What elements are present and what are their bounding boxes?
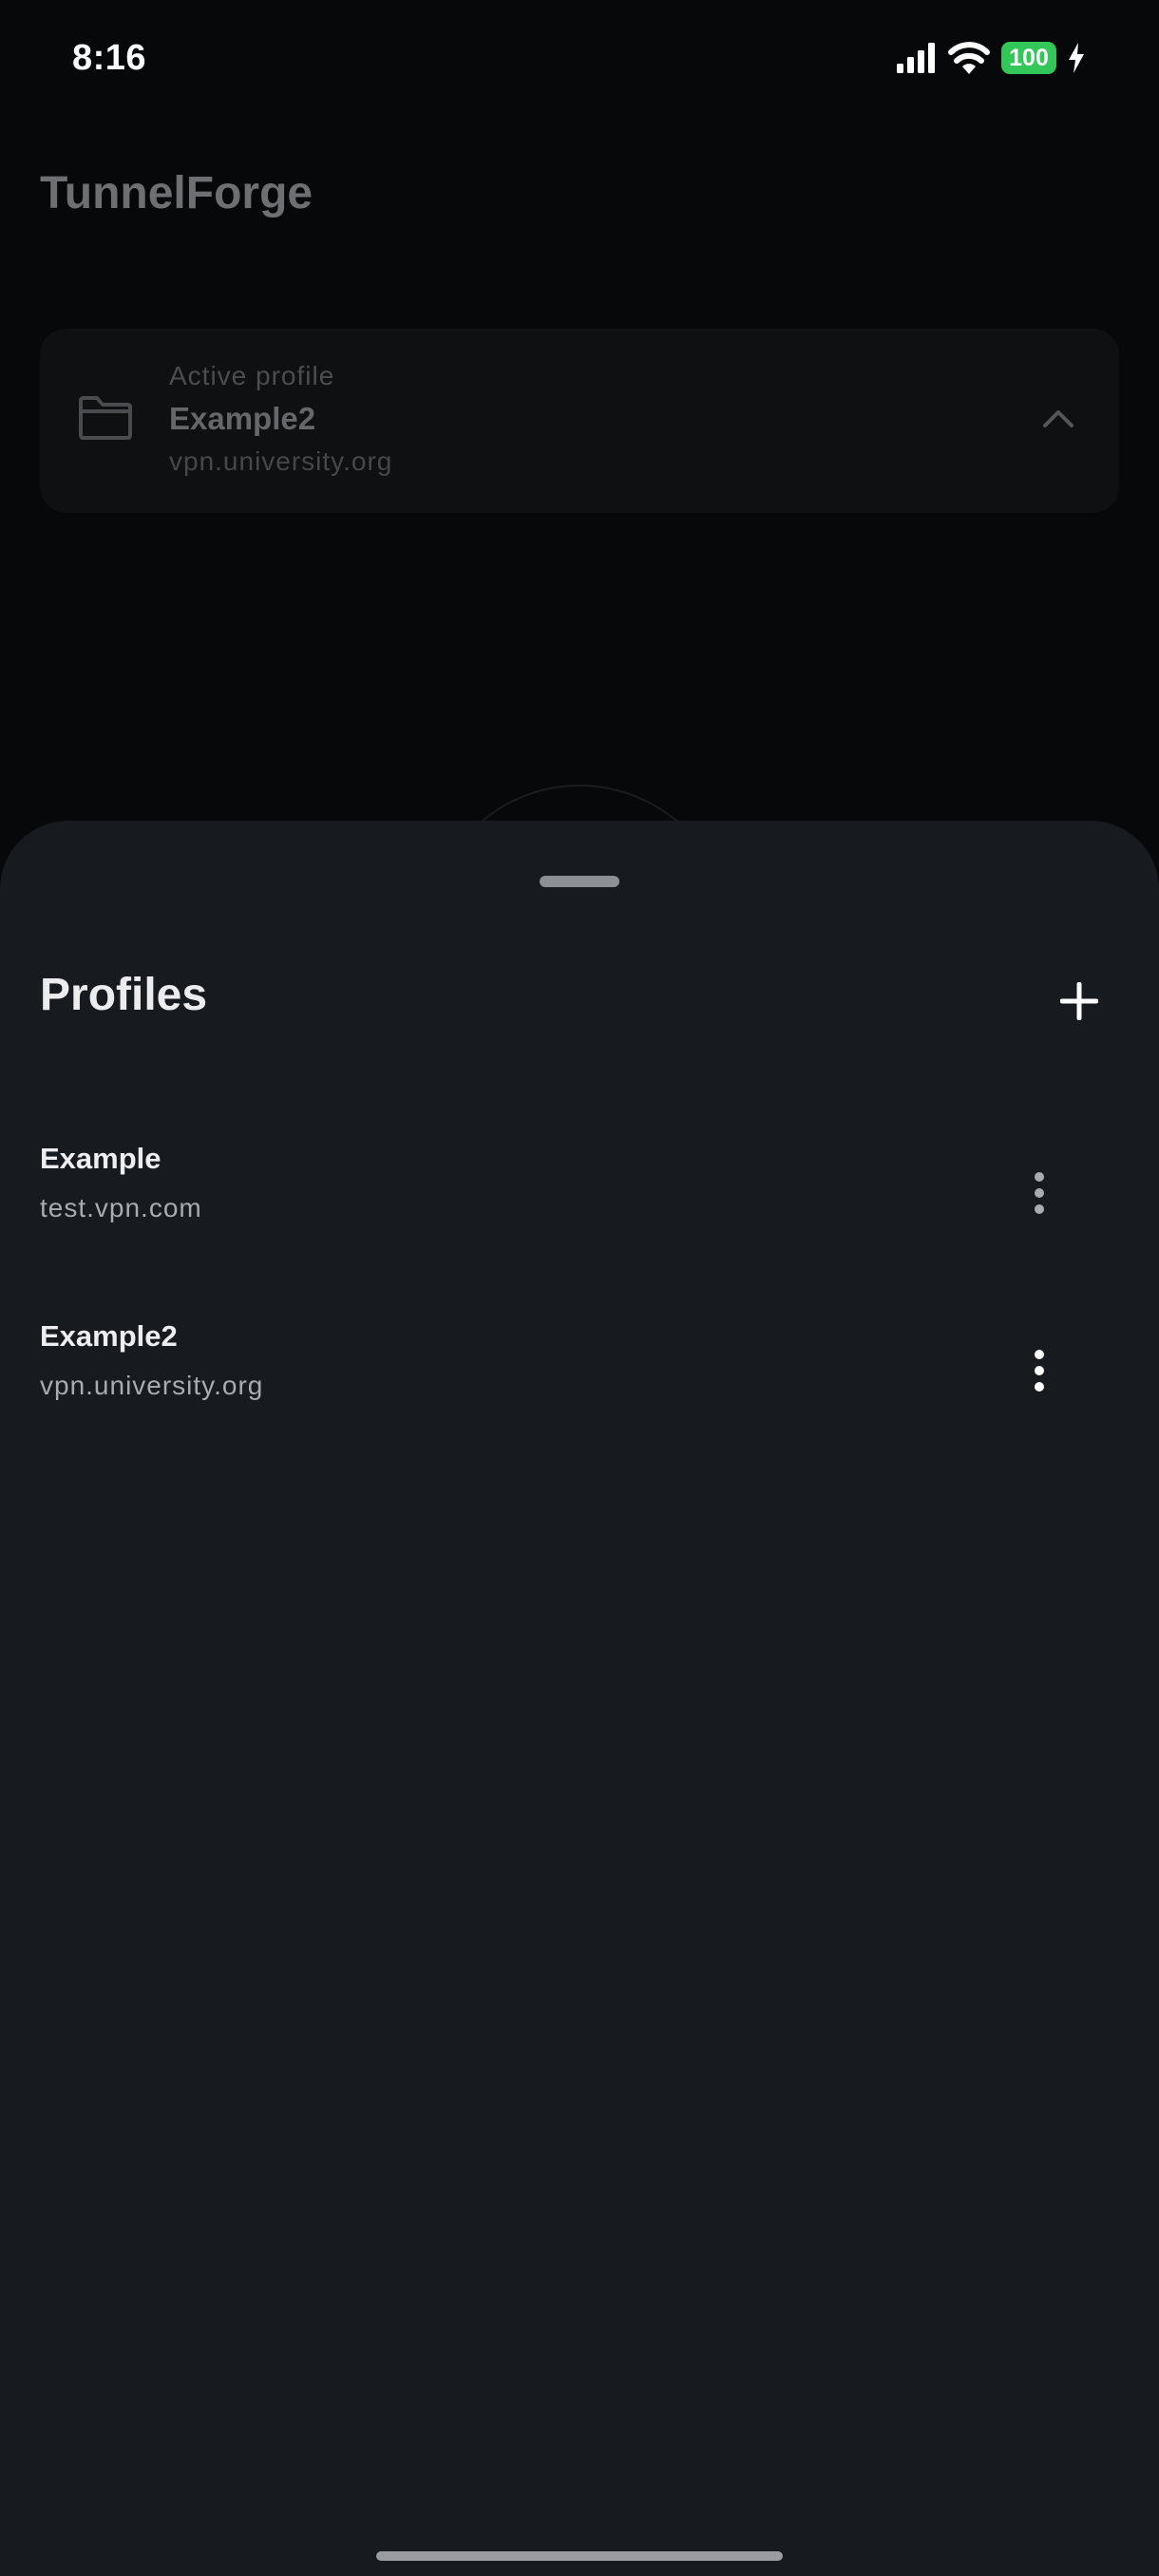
- profile-item-example[interactable]: Example test.vpn.com: [0, 1121, 1159, 1263]
- profile-menu-button[interactable]: [1015, 1321, 1064, 1420]
- profile-host: test.vpn.com: [40, 1193, 202, 1222]
- profile-name: Example: [40, 1142, 162, 1175]
- status-icons: 100: [897, 42, 1085, 74]
- app-title: TunnelForge: [40, 168, 314, 218]
- battery-icon: 100: [1001, 42, 1056, 74]
- folder-icon: [79, 396, 132, 440]
- sheet-title: Profiles: [40, 970, 208, 1020]
- plus-icon: [1060, 982, 1098, 1020]
- status-time: 8:16: [72, 38, 147, 78]
- profiles-sheet: Profiles Example test.vpn.com Example2 v…: [0, 821, 1159, 2576]
- active-profile-card[interactable]: Active profile Example2 vpn.university.o…: [40, 329, 1119, 513]
- drag-handle[interactable]: [540, 876, 619, 887]
- signal-icon: [897, 43, 935, 73]
- wifi-icon: [948, 42, 990, 74]
- battery-level: 100: [1009, 44, 1049, 71]
- charging-icon: [1069, 43, 1084, 73]
- profile-host: vpn.university.org: [40, 1371, 264, 1400]
- profile-name: Example2: [40, 1319, 178, 1353]
- home-indicator[interactable]: [376, 2551, 783, 2561]
- screen: 8:16 100 TunnelForge Active profile Exam…: [0, 0, 1159, 2576]
- more-vertical-icon: [1035, 1350, 1044, 1392]
- more-vertical-icon: [1035, 1172, 1044, 1214]
- active-profile-host: vpn.university.org: [169, 446, 393, 476]
- add-profile-button[interactable]: [1051, 973, 1108, 1030]
- active-profile-name: Example2: [169, 401, 316, 436]
- profile-item-example2[interactable]: Example2 vpn.university.org: [0, 1298, 1159, 1441]
- status-bar: 8:16 100: [0, 0, 1159, 123]
- profile-menu-button[interactable]: [1015, 1144, 1064, 1242]
- active-profile-label: Active profile: [169, 361, 335, 390]
- chevron-up-icon: [1043, 410, 1074, 427]
